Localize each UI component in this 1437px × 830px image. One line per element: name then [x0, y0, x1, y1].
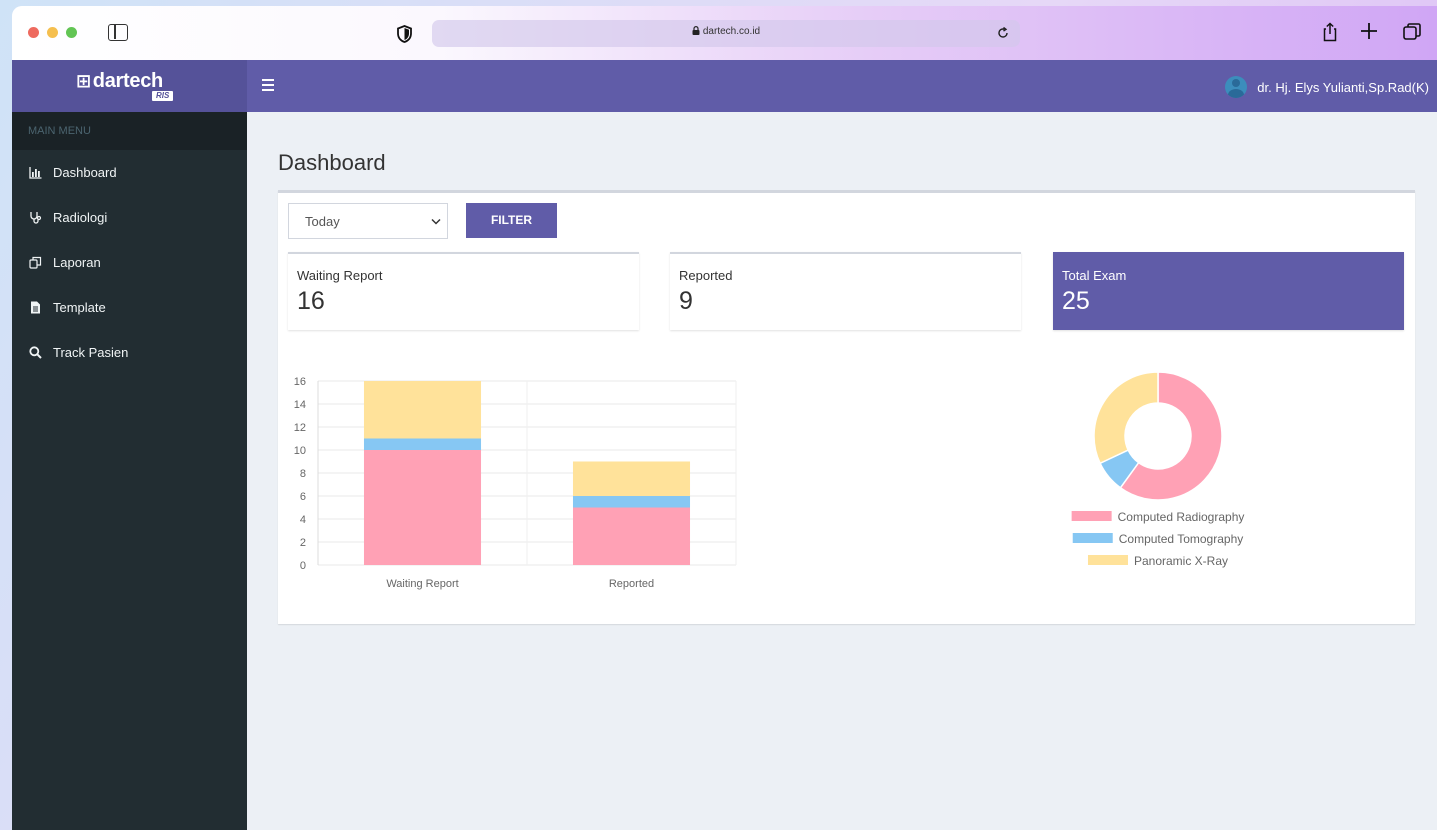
y-tick-label: 0 [300, 560, 306, 572]
stat-value: 16 [297, 287, 325, 315]
filter-button[interactable]: FILTER [466, 203, 557, 238]
legend-label: Computed Tomography [1119, 532, 1244, 546]
hamburger-menu-icon[interactable] [262, 79, 274, 91]
legend-label: Panoramic X-Ray [1134, 554, 1228, 568]
tab-overview-icon[interactable] [1402, 22, 1422, 42]
stat-label: Total Exam [1062, 268, 1127, 283]
stat-label: Reported [679, 268, 733, 283]
legend-swatch [1072, 533, 1113, 543]
y-tick-label: 6 [300, 491, 306, 503]
reload-icon[interactable] [996, 26, 1010, 40]
legend-swatch [1087, 555, 1128, 565]
y-tick-label: 2 [300, 537, 306, 549]
sidebar-item-template[interactable]: Template [12, 285, 247, 330]
sidebar-toggle-icon[interactable] [108, 24, 128, 41]
share-icon[interactable] [1322, 22, 1338, 42]
period-select[interactable]: Today [288, 203, 448, 239]
y-tick-label: 10 [294, 445, 306, 457]
logo-text: dartech [92, 70, 163, 92]
legend-label: Computed Radiography [1118, 510, 1245, 524]
bar-chart-icon [29, 167, 42, 179]
app-logo[interactable]: ⊞ dartech [76, 70, 163, 93]
bar-segment [363, 450, 482, 565]
maximize-window-button[interactable] [66, 27, 77, 38]
period-select-value: Today [305, 214, 340, 229]
url-text: dartech.co.id [432, 26, 1020, 37]
page-title: Dashboard [278, 150, 386, 175]
y-tick-label: 16 [294, 376, 306, 388]
y-tick-label: 12 [294, 422, 306, 434]
x-tick-label: Reported [609, 578, 654, 590]
lock-icon [692, 26, 700, 35]
stethoscope-icon [30, 212, 42, 224]
sidebar-item-dashboard[interactable]: Dashboard [12, 150, 247, 195]
bar-segment [572, 507, 691, 565]
stat-card-reported: Reported 9 [670, 252, 1021, 330]
exam-bar-chart: 0 2 4 6 8 10 12 14 16 Waiting Report Reported [294, 376, 737, 590]
y-tick-label: 4 [300, 514, 306, 526]
app-header: ⊞ dartech RIS dr. Hj. Elys Yulianti,Sp.Ra… [12, 60, 1437, 112]
sidebar-item-label: Laporan [53, 255, 101, 270]
sidebar-item-label: Template [53, 300, 106, 315]
dashboard-box: Today FILTER Waiting Report 16 Reported … [278, 190, 1415, 624]
window-controls [28, 27, 77, 38]
bar-segment [363, 438, 482, 450]
legend-swatch [1071, 511, 1112, 521]
logo-sub-badge: RIS [152, 91, 174, 101]
bar-segment [572, 461, 691, 496]
avatar[interactable] [1225, 76, 1248, 98]
user-name[interactable]: dr. Hj. Elys Yulianti,Sp.Rad(K) [1257, 80, 1429, 95]
bar-segment [572, 496, 691, 508]
sidebar-item-radiologi[interactable]: Radiologi [12, 195, 247, 240]
copy-icon [29, 256, 42, 269]
shield-icon[interactable] [396, 25, 413, 43]
donut-slice [1093, 371, 1159, 465]
chevron-down-icon [431, 218, 441, 225]
sidebar-menu-header: MAIN MENU [12, 112, 247, 150]
browser-toolbar: dartech.co.id [12, 6, 1437, 60]
modality-donut-chart: Computed Radiography Computed Tomography P… [1071, 371, 1245, 568]
stat-label: Waiting Report [297, 268, 383, 283]
file-icon [31, 301, 40, 314]
search-icon [29, 346, 42, 359]
address-bar[interactable]: dartech.co.id [432, 20, 1020, 47]
logo-mark-icon: ⊞ [76, 71, 91, 91]
close-window-button[interactable] [28, 27, 39, 38]
x-tick-label: Waiting Report [386, 578, 458, 590]
sidebar-item-label: Dashboard [53, 165, 117, 180]
sidebar-item-label: Radiologi [53, 210, 108, 225]
sidebar: MAIN MENU Dashboard Radiologi Laporan Te… [12, 112, 247, 830]
logo-area[interactable]: ⊞ dartech RIS [12, 60, 247, 112]
stat-card-total-exam: Total Exam 25 [1053, 252, 1404, 330]
user-menu[interactable]: dr. Hj. Elys Yulianti,Sp.Rad(K) [1225, 76, 1429, 98]
minimize-window-button[interactable] [47, 27, 58, 38]
main-content: Dashboard Today FILTER Waiting Report 16… [247, 112, 1437, 830]
new-tab-icon[interactable] [1360, 22, 1378, 40]
sidebar-item-label: Track Pasien [53, 345, 129, 360]
stat-card-waiting-report: Waiting Report 16 [288, 252, 639, 330]
stat-value: 25 [1062, 287, 1090, 315]
sidebar-item-track-pasien[interactable]: Track Pasien [12, 330, 247, 375]
stat-value: 9 [679, 287, 693, 315]
y-tick-label: 8 [300, 468, 306, 480]
y-tick-label: 14 [294, 399, 306, 411]
url-label: dartech.co.id [702, 26, 761, 37]
bar-segment [363, 381, 482, 439]
sidebar-item-laporan[interactable]: Laporan [12, 240, 247, 285]
browser-window: dartech.co.id ⊞ dartech RIS dr. Hj. Elys… [12, 6, 1437, 830]
